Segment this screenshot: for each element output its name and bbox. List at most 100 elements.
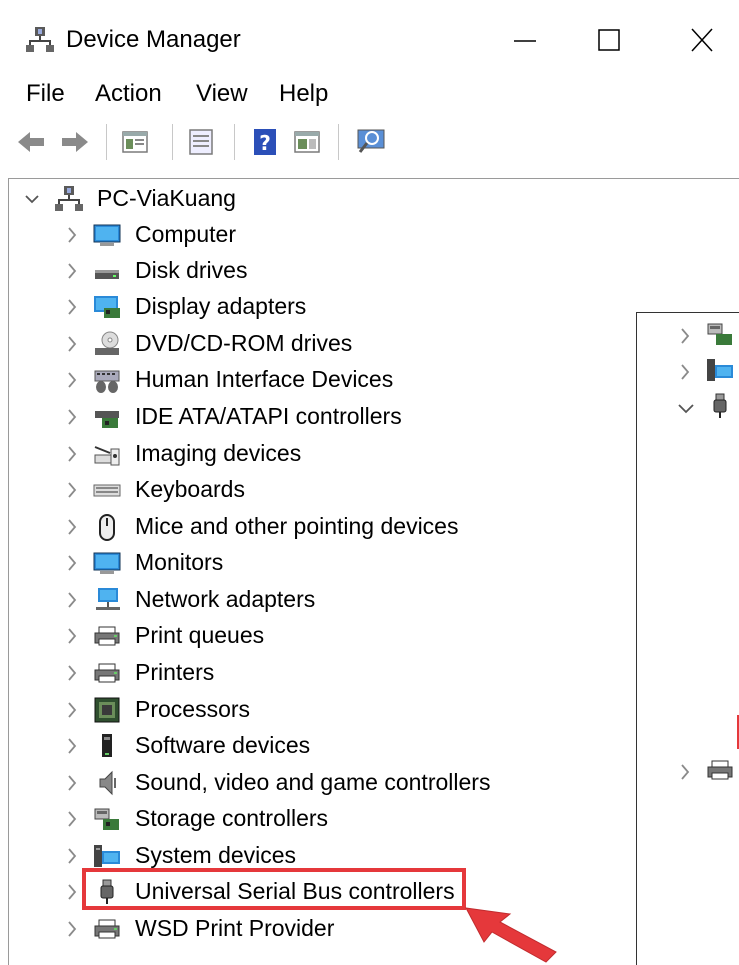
menu-help[interactable]: Help bbox=[279, 80, 328, 108]
chevron-right-icon[interactable] bbox=[64, 625, 80, 647]
maximize-button[interactable] bbox=[584, 20, 634, 60]
tree-item-mice[interactable]: Mice and other pointing devices bbox=[60, 510, 520, 544]
tree-item-sound-controllers[interactable]: Sound, video and game controllers bbox=[60, 766, 520, 800]
toolbar-separator bbox=[172, 124, 173, 160]
tree-item-label: Mice and other pointing devices bbox=[135, 513, 459, 539]
monitor-icon bbox=[93, 552, 121, 574]
close-button[interactable] bbox=[680, 20, 730, 60]
hid-icon bbox=[94, 370, 120, 393]
tree-item-label: Network adapters bbox=[135, 586, 316, 612]
chevron-right-icon[interactable] bbox=[64, 662, 80, 684]
tree-item-label: Imaging devices bbox=[135, 440, 302, 466]
tree-item-monitors[interactable]: Monitors bbox=[60, 546, 520, 580]
chevron-right-icon[interactable] bbox=[64, 516, 80, 538]
tree-item-label: System devices bbox=[135, 842, 297, 868]
tree-item-print-queues[interactable]: Print queues bbox=[60, 619, 520, 653]
action-pane-icon[interactable] bbox=[290, 124, 324, 160]
tree-item-hid[interactable]: Human Interface Devices bbox=[60, 363, 520, 397]
ide-controller-icon bbox=[95, 411, 119, 428]
help-icon[interactable]: ? bbox=[248, 124, 282, 160]
computer-network-icon bbox=[55, 186, 83, 211]
tree-item-computer[interactable]: Computer bbox=[60, 218, 520, 252]
imaging-device-icon bbox=[94, 446, 120, 466]
device-manager-icon bbox=[26, 27, 54, 52]
chevron-right-icon[interactable] bbox=[64, 406, 80, 428]
tree-item-label: Monitors bbox=[135, 549, 224, 575]
chevron-right-icon[interactable] bbox=[64, 443, 80, 465]
tree-item-processors[interactable]: Processors bbox=[60, 693, 520, 727]
software-device-icon bbox=[102, 734, 112, 757]
chevron-right-icon[interactable] bbox=[64, 699, 80, 721]
minimize-icon bbox=[514, 40, 536, 42]
tree-root[interactable]: PC-ViaKuang bbox=[20, 182, 280, 216]
chevron-right-icon[interactable] bbox=[677, 361, 693, 383]
minimize-button[interactable] bbox=[500, 20, 550, 60]
printer-icon bbox=[94, 626, 120, 646]
back-icon[interactable] bbox=[14, 124, 48, 160]
menu-action[interactable]: Action bbox=[95, 80, 162, 108]
svg-text:?: ? bbox=[259, 131, 271, 155]
printer-icon bbox=[94, 919, 120, 939]
storage-controller-icon bbox=[94, 808, 119, 830]
forward-icon[interactable] bbox=[58, 124, 92, 160]
tree-item-label: Printers bbox=[135, 659, 215, 685]
title-bar: Device Manager bbox=[0, 0, 739, 78]
usb-icon bbox=[713, 393, 727, 418]
tree-item-label: Display adapters bbox=[135, 293, 307, 319]
tree-item-label: Human Interface Devices bbox=[135, 366, 394, 392]
tree-item-printers[interactable]: Printers bbox=[60, 656, 520, 690]
toolbar-separator bbox=[106, 124, 107, 160]
tree-item-keyboards[interactable]: Keyboards bbox=[60, 473, 520, 507]
mouse-icon bbox=[99, 514, 115, 541]
chevron-down-icon[interactable] bbox=[24, 188, 40, 210]
display-adapter-icon bbox=[94, 296, 120, 318]
chevron-down-icon[interactable] bbox=[675, 397, 697, 419]
tree-item-ide-controllers[interactable]: IDE ATA/ATAPI controllers bbox=[60, 400, 520, 434]
tree-item-storage-controllers[interactable]: Storage controllers bbox=[60, 802, 520, 836]
chevron-right-icon[interactable] bbox=[64, 735, 80, 757]
tree-item-label: Sound, video and game controllers bbox=[135, 769, 491, 795]
disk-drive-icon bbox=[95, 270, 119, 279]
chevron-right-icon[interactable] bbox=[64, 845, 80, 867]
tree-item-network-adapters[interactable]: Network adapters bbox=[60, 583, 520, 617]
chevron-right-icon[interactable] bbox=[64, 808, 80, 830]
scan-hardware-icon[interactable] bbox=[354, 124, 388, 160]
usb-highlight-box bbox=[82, 868, 466, 910]
chevron-right-icon[interactable] bbox=[677, 325, 693, 347]
chevron-right-icon[interactable] bbox=[64, 772, 80, 794]
chevron-right-icon[interactable] bbox=[64, 369, 80, 391]
show-hide-console-tree-icon[interactable] bbox=[118, 124, 152, 160]
tree-item-label: Keyboards bbox=[135, 476, 245, 502]
chevron-right-icon[interactable] bbox=[64, 224, 80, 246]
chevron-right-icon[interactable] bbox=[64, 589, 80, 611]
chevron-right-icon[interactable] bbox=[64, 918, 80, 940]
tree-item-disk-drives[interactable]: Disk drives bbox=[60, 254, 520, 288]
menu-view[interactable]: View bbox=[196, 80, 248, 108]
overlay-window-fragment bbox=[636, 312, 739, 965]
printer-icon bbox=[707, 760, 733, 780]
chevron-right-icon[interactable] bbox=[64, 881, 80, 903]
storage-controller-icon bbox=[707, 323, 732, 345]
toolbar-separator bbox=[338, 124, 339, 160]
chevron-right-icon[interactable] bbox=[64, 260, 80, 282]
tree-item-software-devices[interactable]: Software devices bbox=[60, 729, 520, 763]
tree-item-label: IDE ATA/ATAPI controllers bbox=[135, 403, 402, 429]
chevron-right-icon[interactable] bbox=[64, 296, 80, 318]
chevron-right-icon[interactable] bbox=[64, 333, 80, 355]
menu-file[interactable]: File bbox=[26, 80, 65, 108]
tree-item-display-adapters[interactable]: Display adapters bbox=[60, 290, 520, 324]
tree-item-imaging-devices[interactable]: Imaging devices bbox=[60, 437, 520, 471]
system-devices-icon bbox=[707, 359, 733, 381]
tree-item-wsd-print-provider[interactable]: WSD Print Provider bbox=[60, 912, 520, 946]
chevron-right-icon[interactable] bbox=[64, 552, 80, 574]
tree-item-label: Disk drives bbox=[135, 257, 248, 283]
monitor-icon bbox=[93, 224, 121, 246]
pointer-arrow-icon bbox=[465, 907, 557, 963]
properties-icon[interactable] bbox=[184, 124, 218, 160]
window-title: Device Manager bbox=[66, 26, 241, 53]
tree-item-dvd-drives[interactable]: DVD/CD-ROM drives bbox=[60, 327, 520, 361]
network-adapter-icon bbox=[96, 588, 120, 610]
chevron-right-icon[interactable] bbox=[64, 479, 80, 501]
tree-item-label: DVD/CD-ROM drives bbox=[135, 330, 353, 356]
chevron-right-icon[interactable] bbox=[677, 761, 693, 783]
